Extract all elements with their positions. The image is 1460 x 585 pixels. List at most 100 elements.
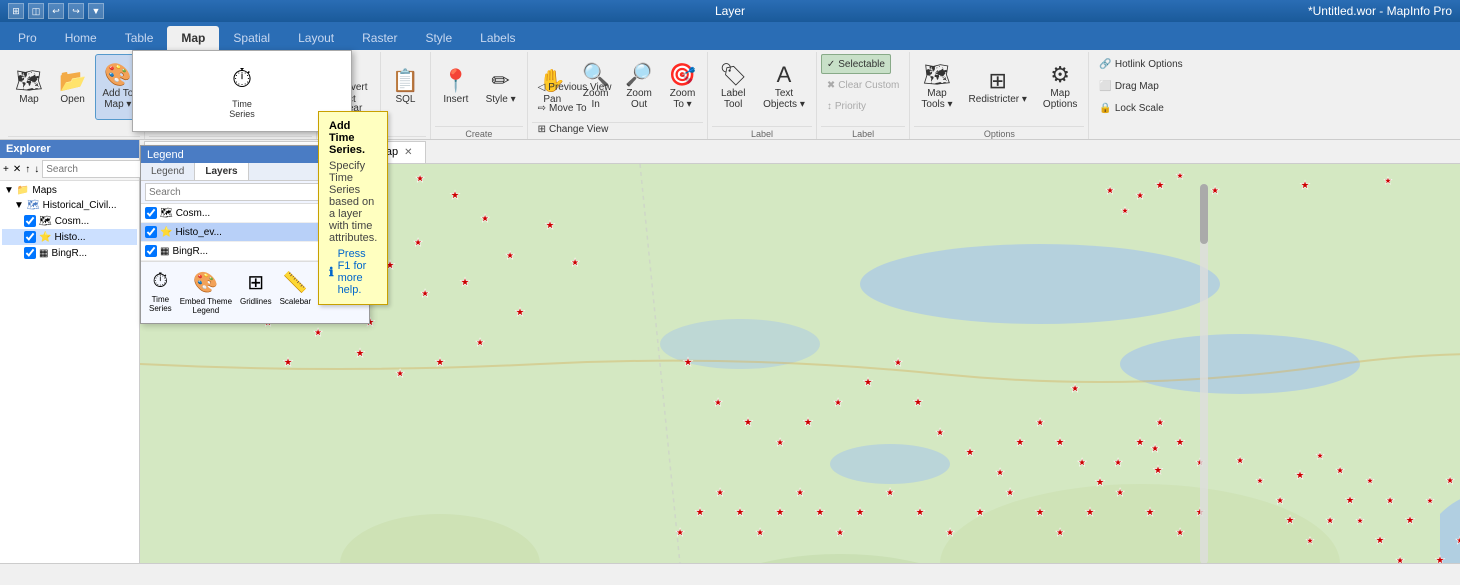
add-embed-theme[interactable]: 🎨 Embed ThemeLegend: [176, 266, 236, 319]
text-objects-button[interactable]: A TextObjects ▾: [756, 54, 812, 120]
svg-text:★: ★: [1435, 553, 1446, 563]
svg-text:★: ★: [420, 288, 430, 300]
tab-pro[interactable]: Pro: [4, 26, 51, 50]
tab-layout[interactable]: Layout: [284, 26, 348, 50]
tree-maps-arrow: ▼: [4, 185, 14, 196]
svg-text:★: ★: [683, 355, 694, 369]
change-view-button[interactable]: ⊞ Change View: [532, 119, 704, 139]
layer-row-cosm-check[interactable]: [145, 207, 157, 219]
move-to-button[interactable]: ⇨ Move To: [532, 98, 704, 118]
tree-layer-bing[interactable]: ▦ BingR...: [2, 245, 137, 261]
svg-text:★: ★: [1070, 383, 1080, 395]
legend-search-input[interactable]: [145, 183, 345, 201]
layer-cosm-checkbox[interactable]: [24, 215, 36, 227]
label2-label: Label: [821, 126, 906, 139]
style-button[interactable]: ✏ Style ▾: [479, 54, 523, 120]
priority-button[interactable]: ↕ Priority: [821, 96, 872, 116]
svg-text:★: ★: [1356, 516, 1365, 527]
drag-map-icon: ⬜: [1099, 81, 1111, 92]
tree-map-item[interactable]: ▼ 🗺 Historical_Civil...: [2, 198, 137, 213]
svg-text:★: ★: [415, 173, 425, 185]
svg-text:★: ★: [965, 445, 976, 459]
explorer-add-btn[interactable]: +: [2, 160, 10, 178]
selectable-button[interactable]: ✓ Selectable: [821, 54, 891, 74]
ribbon-tabs: Pro Home Table Map Spatial Layout Raster…: [0, 22, 1460, 50]
svg-text:★: ★: [1210, 185, 1220, 197]
redistricter-button[interactable]: ⊞ Redistricter ▾: [962, 54, 1034, 120]
svg-text:★: ★: [675, 527, 685, 539]
layer-row-histo-check[interactable]: [145, 226, 157, 238]
ribbon-group-navigate: ✋ Pan 🔍 ZoomIn 🔎 ZoomOut 🎯 ZoomTo ▾ ◁ Pr…: [528, 52, 709, 139]
svg-text:★: ★: [1316, 451, 1325, 462]
svg-text:★: ★: [435, 355, 446, 369]
svg-text:★: ★: [893, 357, 903, 369]
layer-row-histo-label: Histo_ev...: [175, 227, 330, 238]
tab-home[interactable]: Home: [51, 26, 111, 50]
map-tools-button[interactable]: 🗺 MapTools ▾: [914, 54, 959, 120]
tab-map[interactable]: Map: [167, 26, 219, 50]
clear-custom-button[interactable]: ✖ Clear Custom: [821, 75, 906, 95]
map-tab-close[interactable]: ✕: [402, 147, 414, 158]
tab-table[interactable]: Table: [111, 26, 168, 50]
explorer-remove-btn[interactable]: ✕: [12, 160, 22, 178]
explorer-down-btn[interactable]: ↓: [33, 160, 40, 178]
add-scalebar[interactable]: 📏 Scalebar: [276, 266, 316, 319]
map-options-button[interactable]: ⚙ MapOptions: [1036, 54, 1084, 120]
layer-row-bing-check[interactable]: [145, 245, 157, 257]
svg-text:★: ★: [735, 505, 746, 519]
svg-text:★: ★: [915, 505, 926, 519]
label-tool-button[interactable]: 🏷 LabelTool: [712, 54, 754, 120]
svg-text:★: ★: [1105, 185, 1115, 197]
map-button[interactable]: 🗺 Map: [8, 54, 50, 120]
tab-spatial[interactable]: Spatial: [219, 26, 284, 50]
tree-maps-root[interactable]: ▼ 📁 Maps: [2, 183, 137, 198]
svg-text:★: ★: [1115, 487, 1125, 499]
legend-tab-legend[interactable]: Legend: [141, 163, 195, 180]
move-to-icon: ⇨: [538, 103, 546, 114]
svg-text:★: ★: [755, 527, 765, 539]
svg-text:★: ★: [1113, 457, 1123, 469]
lock-scale-button[interactable]: 🔒 Lock Scale: [1093, 98, 1169, 118]
add-time-series[interactable]: ⏱ TimeSeries: [145, 266, 176, 319]
svg-text:★: ★: [945, 527, 955, 539]
help-icon: ℹ: [329, 265, 334, 279]
explorer-up-btn[interactable]: ↑: [24, 160, 31, 178]
hotlink-options-button[interactable]: 🔗 Hotlink Options: [1093, 54, 1188, 74]
svg-text:★: ★: [1055, 435, 1066, 449]
previous-view-button[interactable]: ◁ Previous View: [532, 77, 704, 97]
legend-tab-layers[interactable]: Layers: [195, 163, 248, 180]
tooltip-title: Add Time Series.: [329, 120, 377, 156]
svg-text:★: ★: [835, 527, 845, 539]
layer-bing-checkbox[interactable]: [24, 247, 36, 259]
map-tools-icon: 🗺: [923, 64, 951, 86]
svg-text:★: ★: [1455, 535, 1460, 547]
insert-button[interactable]: 📍 Insert: [435, 54, 476, 120]
svg-text:★: ★: [283, 355, 294, 369]
layer-row-cosm-icon: 🗺: [160, 208, 173, 219]
tree-map-icon: 🗺: [27, 200, 40, 211]
tree-maps-icon: 📁: [17, 185, 29, 196]
tooltip-help: ℹ Press F1 for more help.: [329, 248, 377, 296]
svg-text:★: ★: [1366, 476, 1375, 487]
tree-layer-cosm[interactable]: 🗺 Cosm...: [2, 213, 137, 229]
svg-text:★: ★: [713, 397, 723, 409]
drag-map-button[interactable]: ⬜ Drag Map: [1093, 76, 1164, 96]
layer-histo-checkbox[interactable]: [24, 231, 36, 243]
svg-text:★: ★: [1153, 463, 1164, 477]
tab-style[interactable]: Style: [411, 26, 466, 50]
tree-layer-histo[interactable]: ⭐ Histo...: [2, 229, 137, 245]
layer-row-histo-icon: ⭐: [160, 227, 172, 238]
tree-maps-label: Maps: [32, 185, 135, 196]
tab-raster[interactable]: Raster: [348, 26, 411, 50]
ribbon-group-label: 🏷 LabelTool A TextObjects ▾ Label: [708, 52, 817, 139]
label-group-label: Label: [712, 126, 812, 139]
open-button[interactable]: 📂 Open: [52, 54, 93, 120]
svg-text:★: ★: [1325, 515, 1335, 527]
sql-icon: 📋: [392, 70, 419, 92]
sql-button[interactable]: 📋 SQL: [385, 54, 426, 120]
add-gridlines[interactable]: ⊞ Gridlines: [236, 266, 276, 319]
add-scalebar-label: Scalebar: [280, 297, 312, 306]
tab-labels[interactable]: Labels: [466, 26, 529, 50]
layer-histo-label: Histo...: [54, 232, 135, 243]
ribbon-group-extras: 🔗 Hotlink Options ⬜ Drag Map 🔒 Lock Scal…: [1089, 52, 1192, 139]
